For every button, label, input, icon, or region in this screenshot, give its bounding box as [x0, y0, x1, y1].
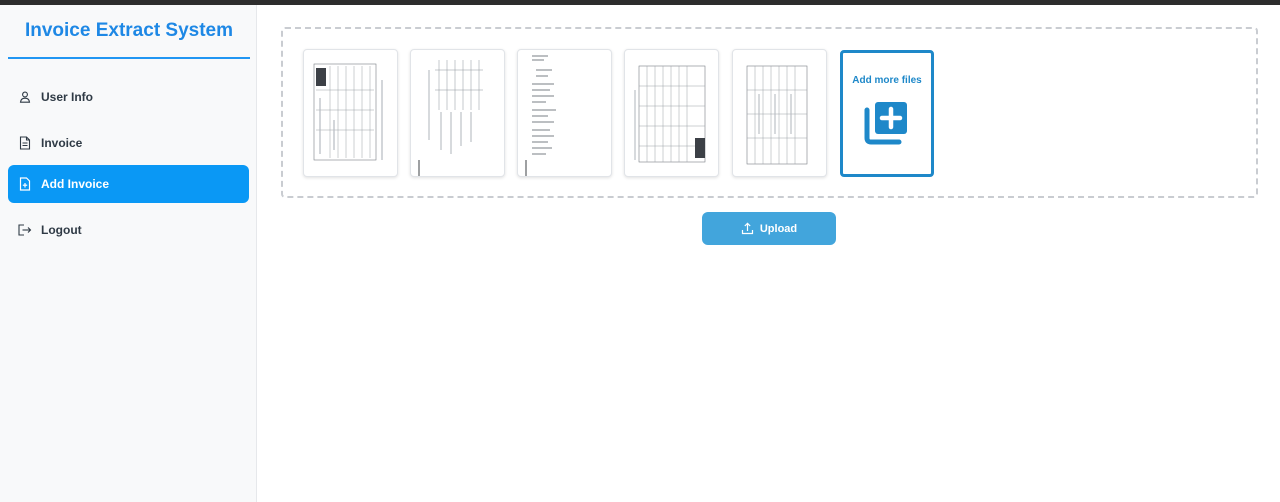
- upload-button[interactable]: Upload: [702, 212, 836, 245]
- sidebar-item-user-info[interactable]: User Info: [8, 78, 249, 116]
- invoice-thumbnail[interactable]: [303, 49, 398, 177]
- upload-button-label: Upload: [759, 222, 798, 235]
- file-dropzone[interactable]: Add more files: [281, 27, 1258, 198]
- invoice-thumbnail[interactable]: [624, 49, 719, 177]
- add-files-plus-icon: [864, 102, 907, 145]
- main-content: Add more files Upload: [257, 5, 1280, 502]
- invoice-thumbnail[interactable]: [410, 49, 505, 177]
- logout-icon: [18, 223, 32, 237]
- app-title: Invoice Extract System: [24, 20, 234, 41]
- invoice-thumbnail[interactable]: [732, 49, 827, 177]
- user-icon: [18, 90, 32, 104]
- upload-icon: [741, 222, 754, 235]
- sidebar-item-add-invoice[interactable]: Add Invoice: [8, 165, 249, 203]
- sidebar-item-label: Add Invoice: [41, 177, 110, 191]
- sidebar-item-logout[interactable]: Logout: [8, 211, 249, 249]
- add-more-files-label: Add more files: [852, 75, 922, 86]
- sidebar-item-label: User Info: [41, 90, 94, 104]
- sidebar-item-label: Invoice: [41, 136, 83, 150]
- document-icon: [18, 136, 32, 150]
- sidebar: Invoice Extract System User Info Invoice: [0, 5, 257, 502]
- sidebar-item-label: Logout: [41, 223, 82, 237]
- sidebar-item-invoice[interactable]: Invoice: [8, 124, 249, 162]
- file-plus-icon: [18, 177, 32, 191]
- invoice-thumbnail[interactable]: [517, 49, 612, 177]
- add-more-files-button[interactable]: Add more files: [840, 50, 934, 177]
- brand-header: Invoice Extract System: [8, 15, 250, 59]
